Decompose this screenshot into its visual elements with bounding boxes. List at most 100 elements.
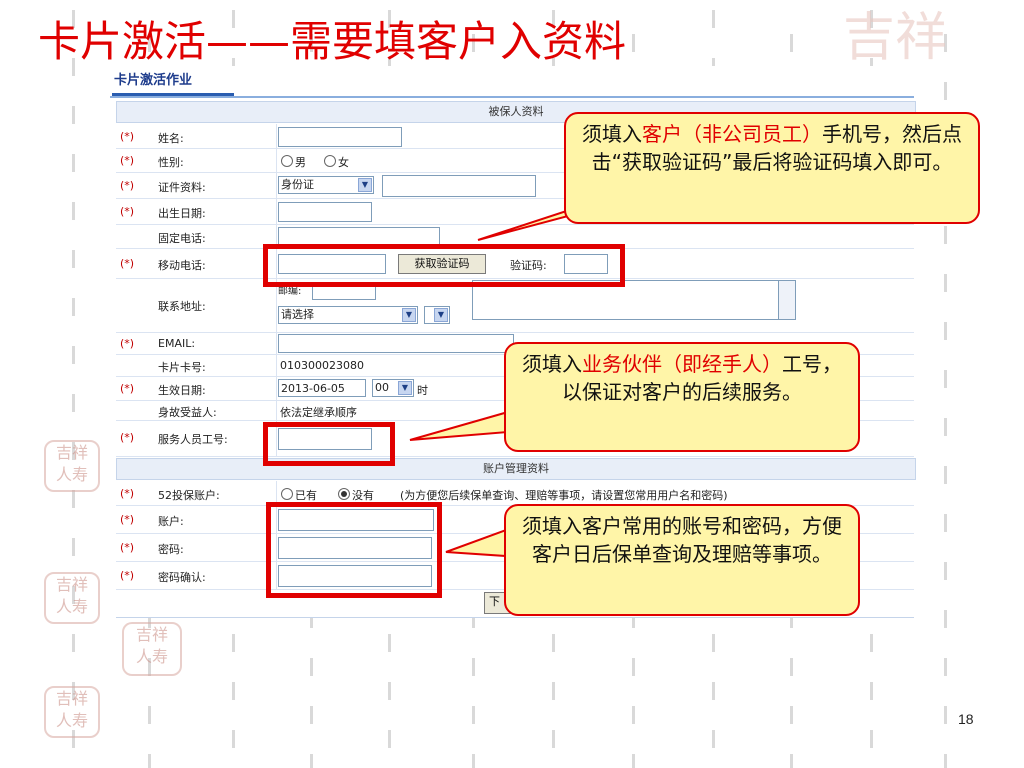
background-bar xyxy=(388,682,391,700)
background-bar xyxy=(472,754,475,768)
radio-selected-icon xyxy=(338,488,350,500)
staff-label: 服务人员工号: xyxy=(158,433,228,446)
account-label: 账户: xyxy=(158,515,184,528)
background-bar xyxy=(944,466,947,484)
background-bar xyxy=(310,706,313,724)
effective-date-input[interactable]: 2013-06-05 xyxy=(278,379,366,397)
gender-male-text: 男 xyxy=(295,156,306,169)
password-label: 密码: xyxy=(158,543,184,556)
phone-label: 固定电话: xyxy=(158,232,206,245)
required-mark: (*) xyxy=(120,513,135,526)
effective-date-value: 2013-06-05 xyxy=(281,382,345,395)
logo-stamp-left-3: 吉祥 人寿 xyxy=(122,622,182,676)
background-bar xyxy=(72,634,75,652)
required-mark: (*) xyxy=(120,431,135,444)
background-bar xyxy=(72,298,75,316)
gender-female-text: 女 xyxy=(338,156,349,169)
callout-staff-prefix: 须填入 xyxy=(522,352,582,376)
effective-hour-value: 00 xyxy=(375,381,389,394)
birth-label: 出生日期: xyxy=(158,207,206,220)
gender-male-option[interactable]: 男 xyxy=(281,154,306,170)
callout-staff-highlight: 业务伙伴（即经手人） xyxy=(582,352,782,376)
callout-phone-prefix: 须填入 xyxy=(582,122,642,146)
highlight-staff-box xyxy=(263,422,395,466)
required-mark: (*) xyxy=(120,541,135,554)
background-bar xyxy=(790,658,793,676)
city-select[interactable]: ▼ xyxy=(424,306,450,324)
background-bar xyxy=(232,682,235,700)
logo-stamp-left-4: 吉祥 人寿 xyxy=(44,686,100,738)
background-bar xyxy=(790,34,793,52)
background-bar xyxy=(944,514,947,532)
background-bar xyxy=(310,754,313,768)
background-bar xyxy=(472,658,475,676)
background-bar xyxy=(944,658,947,676)
required-mark: (*) xyxy=(120,337,135,350)
required-mark: (*) xyxy=(120,154,135,167)
background-bar xyxy=(712,682,715,700)
required-mark: (*) xyxy=(120,205,135,218)
gender-female-option[interactable]: 女 xyxy=(324,154,349,170)
background-bar xyxy=(632,34,635,52)
card-no-value: 010300023080 xyxy=(280,359,364,372)
background-bar xyxy=(552,634,555,652)
tab-underline xyxy=(112,93,234,96)
highlight-mobile-box xyxy=(263,244,625,287)
chevron-down-icon: ▼ xyxy=(398,381,412,395)
background-bar xyxy=(72,250,75,268)
background-bar xyxy=(310,658,313,676)
callout-phone-highlight: 客户（非公司员工） xyxy=(642,122,822,146)
gender-label: 性别: xyxy=(158,156,184,169)
background-bar xyxy=(712,10,715,28)
background-bar xyxy=(632,754,635,768)
required-mark: (*) xyxy=(120,179,135,192)
hour-unit: 时 xyxy=(417,384,428,397)
callout-account-text: 须填入客户常用的账号和密码，方便客户日后保单查询及理赔等事项。 xyxy=(522,514,842,566)
background-bar xyxy=(388,730,391,748)
effective-hour-select[interactable]: 00 ▼ xyxy=(372,379,414,397)
birth-date-input[interactable] xyxy=(278,202,372,222)
account-existing-text: 已有 xyxy=(295,489,317,502)
highlight-account-box xyxy=(266,502,442,598)
province-value: 请选择 xyxy=(281,308,314,321)
background-bar xyxy=(72,538,75,556)
background-bar xyxy=(870,682,873,700)
background-bar xyxy=(72,106,75,124)
id-type-value: 身份证 xyxy=(281,178,314,191)
required-mark: (*) xyxy=(120,487,135,500)
background-bar xyxy=(72,394,75,412)
background-bar xyxy=(552,682,555,700)
background-bar xyxy=(790,706,793,724)
email-input[interactable] xyxy=(278,334,514,353)
background-bar xyxy=(388,634,391,652)
background-bar xyxy=(944,418,947,436)
background-bar xyxy=(944,610,947,628)
background-bar xyxy=(632,706,635,724)
required-mark: (*) xyxy=(120,257,135,270)
form-bottom-border xyxy=(116,617,914,618)
beneficiary-label: 身故受益人: xyxy=(158,406,217,419)
account-none-option[interactable]: 没有 xyxy=(338,487,374,503)
card-no-label: 卡片卡号: xyxy=(158,361,206,374)
background-bar xyxy=(472,706,475,724)
row-account-choice: (*) 52投保账户: 已有 没有 (为方便您后续保单查询、理赔等事项，请设置您… xyxy=(116,481,914,506)
background-bar xyxy=(712,634,715,652)
background-bar xyxy=(944,322,947,340)
id-number-input[interactable] xyxy=(382,175,536,197)
radio-icon xyxy=(324,155,336,167)
account-none-text: 没有 xyxy=(352,489,374,502)
account-hint: (为方便您后续保单查询、理赔等事项，请设置您常用用户名和密码) xyxy=(400,489,728,502)
background-bar xyxy=(944,562,947,580)
background-bar xyxy=(72,202,75,220)
province-select[interactable]: 请选择 ▼ xyxy=(278,306,418,324)
name-input[interactable] xyxy=(278,127,402,147)
chevron-down-icon: ▼ xyxy=(358,178,372,192)
callout-phone: 须填入客户（非公司员工）手机号，然后点击“获取验证码”最后将验证码填入即可。 xyxy=(564,112,980,224)
textarea-scrollbar[interactable] xyxy=(778,281,795,319)
background-bar xyxy=(72,490,75,508)
tab-card-activation[interactable]: 卡片激活作业 xyxy=(114,69,192,88)
section-header-account: 账户管理资料 xyxy=(116,458,916,480)
id-type-select[interactable]: 身份证 ▼ xyxy=(278,176,374,194)
account-existing-option[interactable]: 已有 xyxy=(281,487,317,503)
background-bar xyxy=(790,754,793,768)
